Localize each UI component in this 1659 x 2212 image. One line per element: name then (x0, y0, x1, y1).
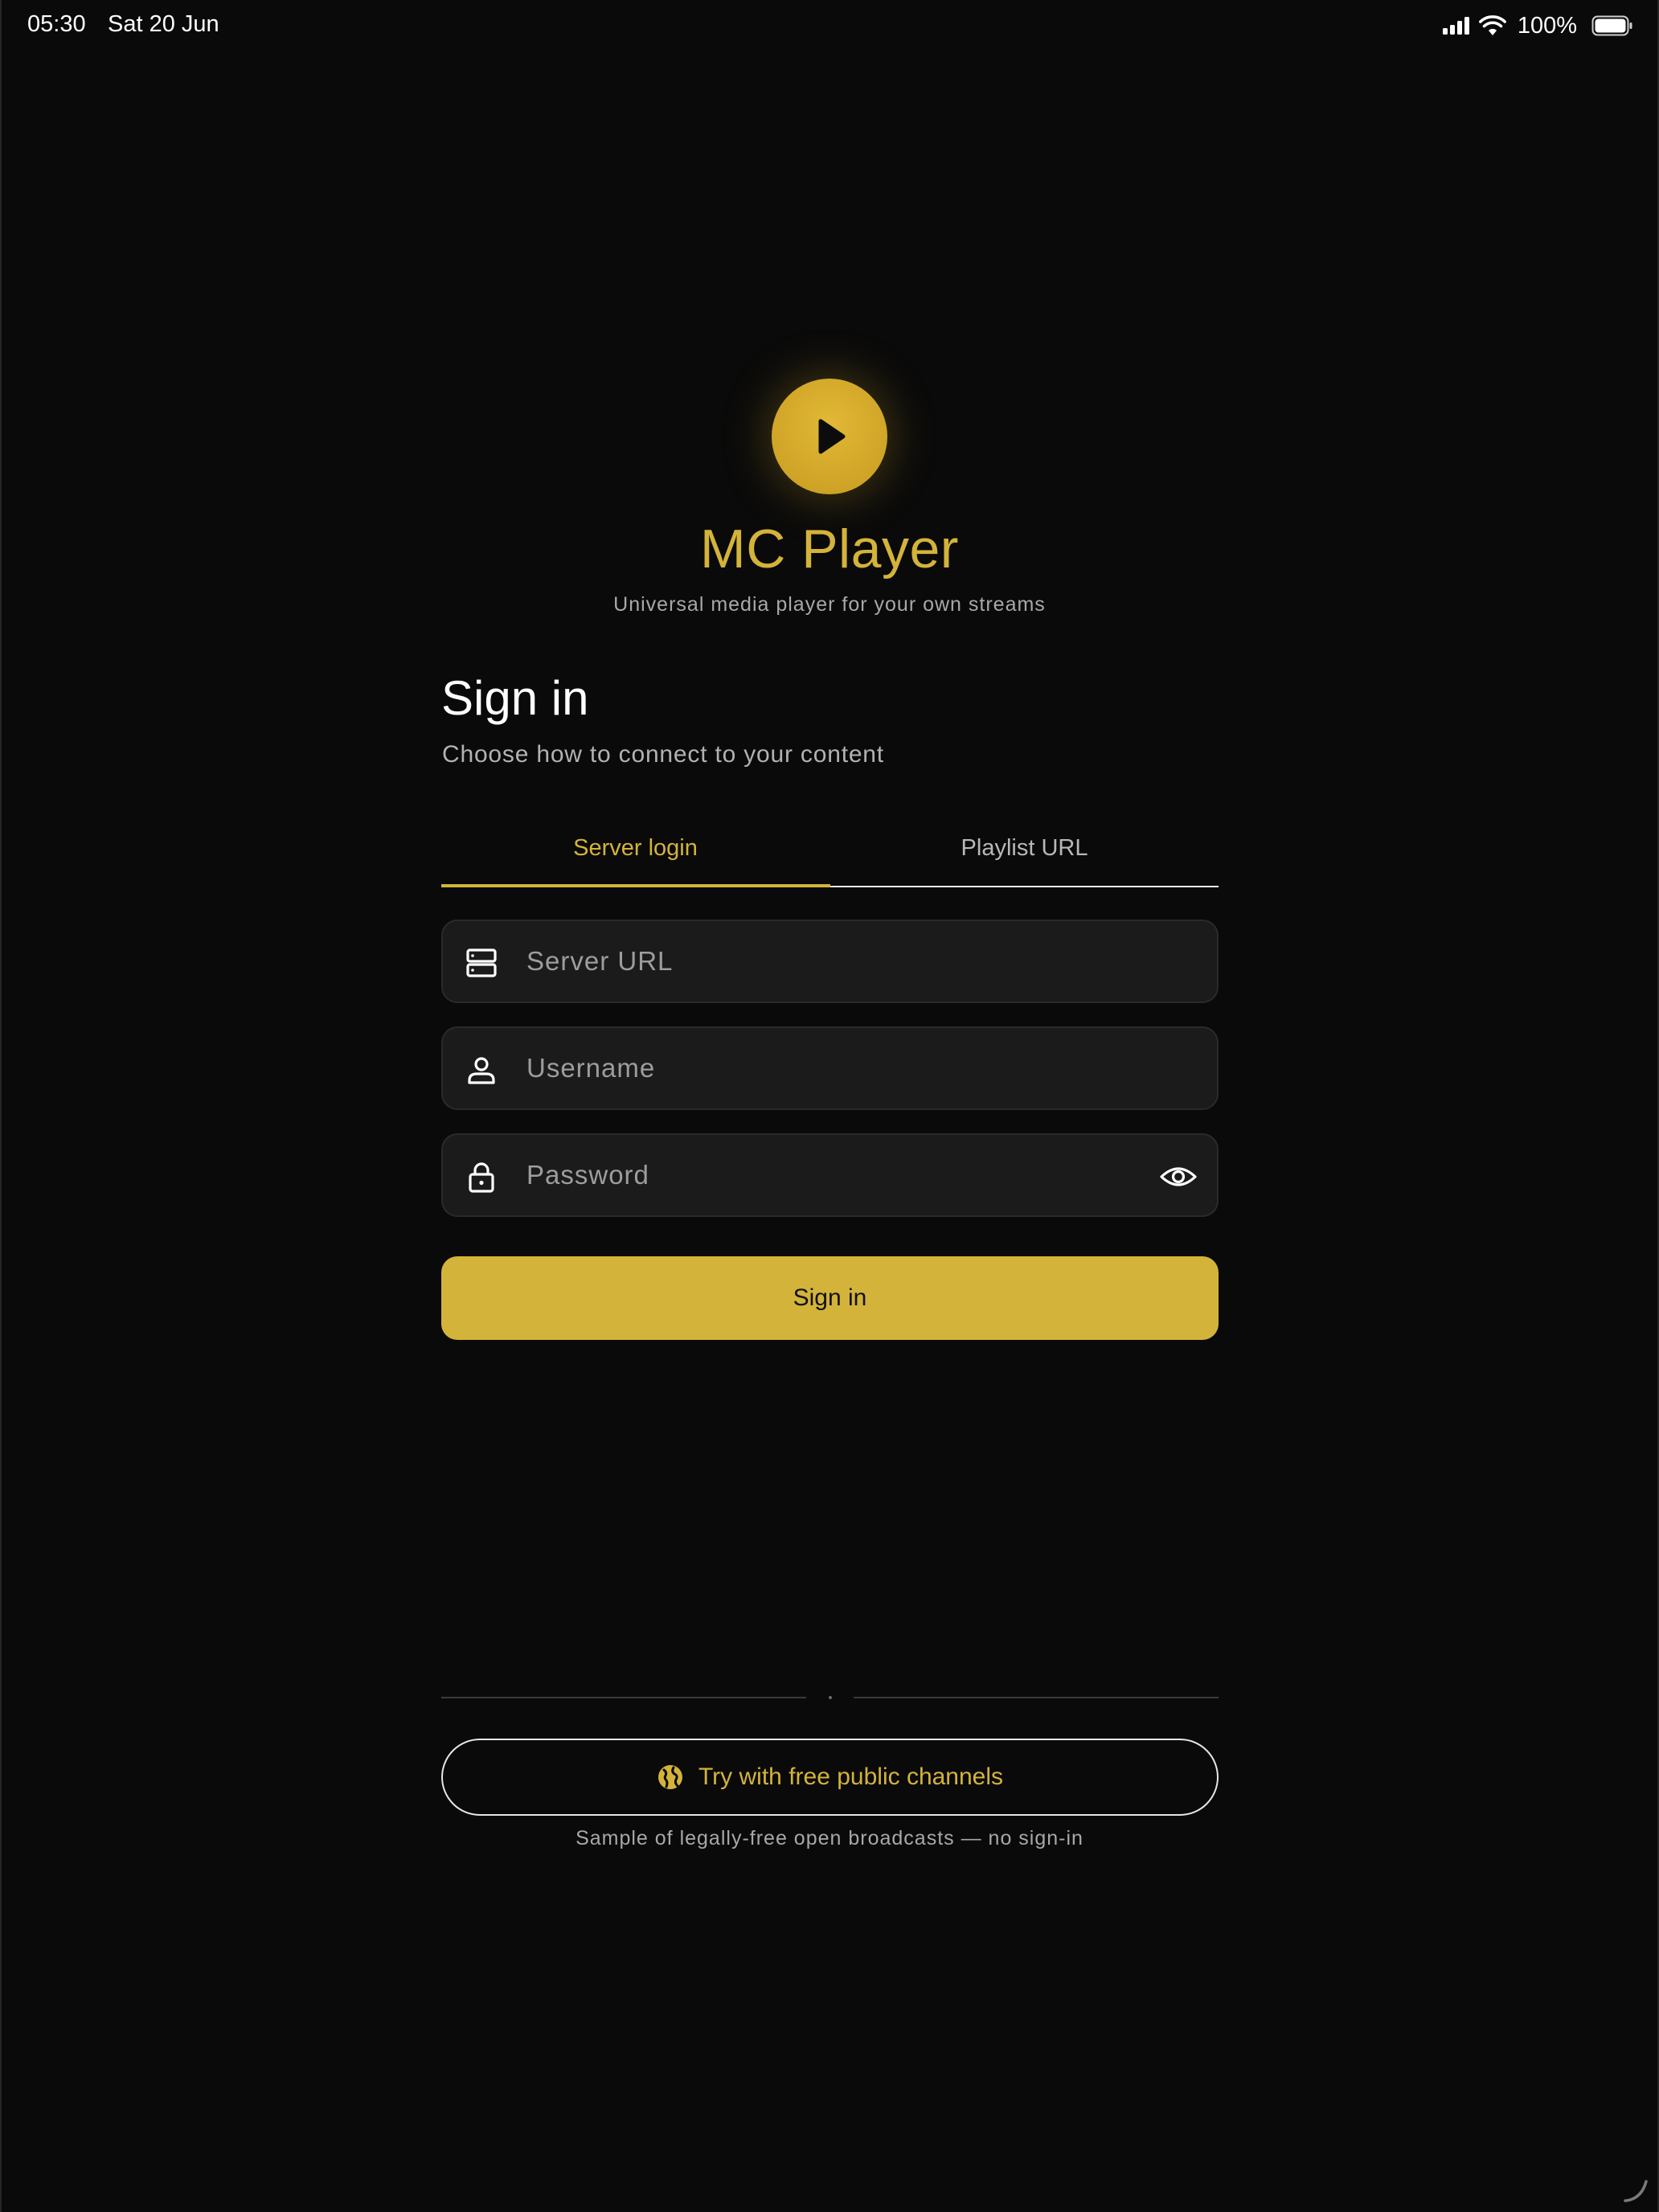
wifi-icon (1478, 15, 1506, 35)
try-public-channels-label: Try with free public channels (698, 1763, 1004, 1790)
divider-right (854, 1697, 1219, 1698)
play-icon (818, 419, 846, 454)
tab-playlist-url[interactable]: Playlist URL (830, 820, 1219, 887)
server-icon (466, 948, 497, 977)
globe-icon (657, 1765, 682, 1789)
password-input[interactable] (526, 1135, 1153, 1215)
login-method-tabs: Server login Playlist URL (441, 820, 1219, 887)
page-title: Sign in (441, 671, 589, 725)
login-screen: 05:30 Sat 20 Jun 100% MC Player Universa… (0, 0, 1659, 2212)
username-input[interactable] (526, 1028, 1153, 1108)
sign-in-button[interactable]: Sign in (441, 1256, 1219, 1340)
page-subtitle: Choose how to connect to your content (442, 741, 884, 768)
eye-icon[interactable] (1159, 1157, 1198, 1196)
lock-icon (469, 1162, 494, 1193)
server-url-field[interactable] (441, 920, 1219, 1003)
screen-edge-left (0, 0, 2, 2212)
status-time: 05:30 (27, 11, 86, 37)
status-bar: 05:30 Sat 20 Jun 100% (0, 0, 1659, 51)
username-field[interactable] (441, 1026, 1219, 1110)
status-date: Sat 20 Jun (108, 11, 219, 37)
public-channels-note: Sample of legally-free open broadcasts —… (576, 1827, 1083, 1849)
resize-handle-icon[interactable] (1620, 2173, 1653, 2206)
cellular-signal-icon (1442, 17, 1469, 35)
divider-dot (829, 1696, 832, 1699)
password-field[interactable] (441, 1133, 1219, 1217)
battery-icon (1591, 15, 1632, 36)
app-logo (772, 379, 887, 494)
server-url-input[interactable] (526, 921, 1153, 1002)
active-tab-indicator (441, 884, 830, 887)
try-public-channels-button[interactable]: Try with free public channels (441, 1739, 1219, 1816)
tab-server-login[interactable]: Server login (441, 820, 830, 887)
divider-left (441, 1697, 806, 1698)
user-icon (468, 1057, 495, 1084)
app-title: MC Player (700, 518, 959, 580)
app-subtitle: Universal media player for your own stre… (613, 593, 1046, 616)
battery-percentage: 100% (1517, 12, 1577, 39)
status-indicators: 100% (1442, 11, 1633, 40)
